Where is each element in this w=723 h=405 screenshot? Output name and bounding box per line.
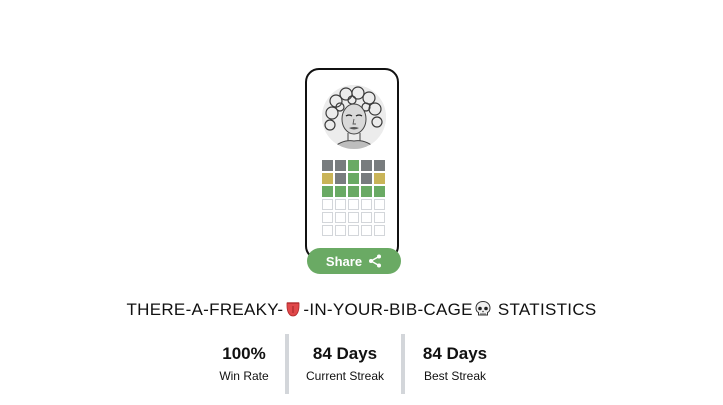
grid-tile-empty	[361, 199, 372, 210]
grid-tile-present	[374, 173, 385, 184]
stat-value: 100%	[222, 344, 266, 363]
stat-label: Best Streak	[423, 369, 487, 383]
stat-current-streak: 84 Days Current Streak	[290, 334, 400, 383]
share-button[interactable]: Share	[307, 248, 401, 274]
grid-tile-correct	[348, 160, 359, 171]
grid-tile-correct	[348, 186, 359, 197]
avatar	[322, 85, 386, 149]
grid-tile-empty	[348, 199, 359, 210]
grid-tile-absent	[322, 160, 333, 171]
grid-tile-correct	[335, 186, 346, 197]
title-text-middle: -IN-YOUR-BIB-CAGE	[303, 300, 473, 319]
stat-best-streak: 84 Days Best Streak	[400, 334, 510, 383]
grid-tile-empty	[361, 212, 372, 223]
skull-emoji-icon	[474, 300, 492, 323]
stat-label: Win Rate	[219, 369, 269, 383]
grid-tile-empty	[374, 199, 385, 210]
grid-tile-correct	[322, 186, 333, 197]
grid-tile-absent	[361, 160, 372, 171]
statistics-title: THERE-A-FREAKY- -IN-YOUR-BIB-CAGE STATIS…	[0, 300, 723, 323]
grid-tile-absent	[374, 160, 385, 171]
title-text-start: THERE-A-FREAKY-	[126, 300, 284, 319]
stat-label: Current Streak	[305, 369, 385, 383]
grid-tile-empty	[322, 225, 333, 236]
tongue-emoji-icon	[284, 300, 302, 323]
grid-tile-empty	[348, 212, 359, 223]
share-icon	[368, 254, 382, 268]
stats-section: 100% Win Rate 84 Days Current Streak 84 …	[0, 334, 723, 394]
grid-tile-present	[322, 173, 333, 184]
grid-tile-absent	[335, 173, 346, 184]
title-text-end: STATISTICS	[492, 300, 597, 319]
stat-value: 84 Days	[422, 344, 488, 363]
grid-tile-empty	[374, 225, 385, 236]
grid-tile-empty	[374, 212, 385, 223]
stat-win-rate: 100% Win Rate	[189, 334, 299, 383]
grid-tile-empty	[322, 199, 333, 210]
grid-tile-correct	[374, 186, 385, 197]
grid-tile-empty	[322, 212, 333, 223]
stat-divider	[285, 334, 289, 394]
grid-tile-correct	[348, 173, 359, 184]
grid-tile-absent	[361, 173, 372, 184]
guess-grid	[322, 160, 385, 236]
share-button-label: Share	[325, 253, 363, 269]
grid-tile-empty	[335, 225, 346, 236]
stat-value: 84 Days	[312, 344, 378, 363]
grid-tile-empty	[335, 199, 346, 210]
grid-tile-empty	[348, 225, 359, 236]
grid-tile-correct	[361, 186, 372, 197]
grid-tile-absent	[335, 160, 346, 171]
grid-tile-empty	[361, 225, 372, 236]
grid-tile-empty	[335, 212, 346, 223]
